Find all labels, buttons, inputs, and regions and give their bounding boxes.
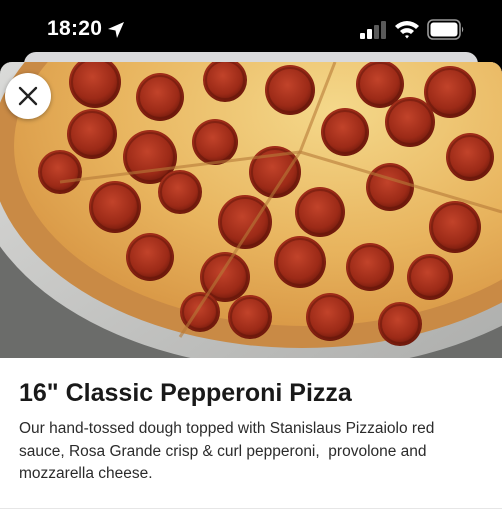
battery-icon [427, 19, 464, 40]
wifi-icon [395, 21, 419, 39]
pepperoni-pizza-photo [0, 62, 502, 358]
pepperoni-slice [407, 254, 453, 300]
pepperoni-slice [306, 293, 354, 341]
pepperoni-slice [158, 170, 202, 214]
pepperoni-slice [228, 295, 272, 339]
pepperoni-slice [192, 119, 238, 165]
pepperoni-slice [385, 97, 435, 147]
pepperoni-slice [89, 181, 141, 233]
pepperoni-slice [136, 73, 184, 121]
pepperoni-slice [126, 233, 174, 281]
item-detail-sheet: 16" Classic Pepperoni Pizza Our hand-tos… [0, 62, 502, 512]
close-button[interactable] [5, 73, 51, 119]
pizza-illustration [0, 62, 502, 358]
item-info: 16" Classic Pepperoni Pizza Our hand-tos… [0, 358, 502, 486]
pepperoni-slice [265, 65, 315, 115]
item-description: Our hand-tossed dough topped with Stanis… [19, 420, 439, 482]
pepperoni-slice [295, 187, 345, 237]
pepperoni-slice [366, 163, 414, 211]
pepperoni-slice [38, 150, 82, 194]
status-time: 18:20 [47, 17, 103, 40]
location-arrow-icon [108, 22, 124, 38]
close-icon [18, 86, 38, 106]
divider [0, 508, 502, 509]
pepperoni-slice [446, 133, 494, 181]
pepperoni-slice [321, 108, 369, 156]
pepperoni-slice [346, 243, 394, 291]
cellular-signal-icon [360, 21, 386, 39]
pepperoni-slice [67, 109, 117, 159]
status-bar: 18:20 [0, 0, 502, 58]
pepperoni-slice [429, 201, 481, 253]
pepperoni-slice [274, 236, 326, 288]
pepperoni-slice [218, 195, 272, 249]
item-title: 16" Classic Pepperoni Pizza [19, 379, 352, 407]
pepperoni-slice [378, 302, 422, 346]
